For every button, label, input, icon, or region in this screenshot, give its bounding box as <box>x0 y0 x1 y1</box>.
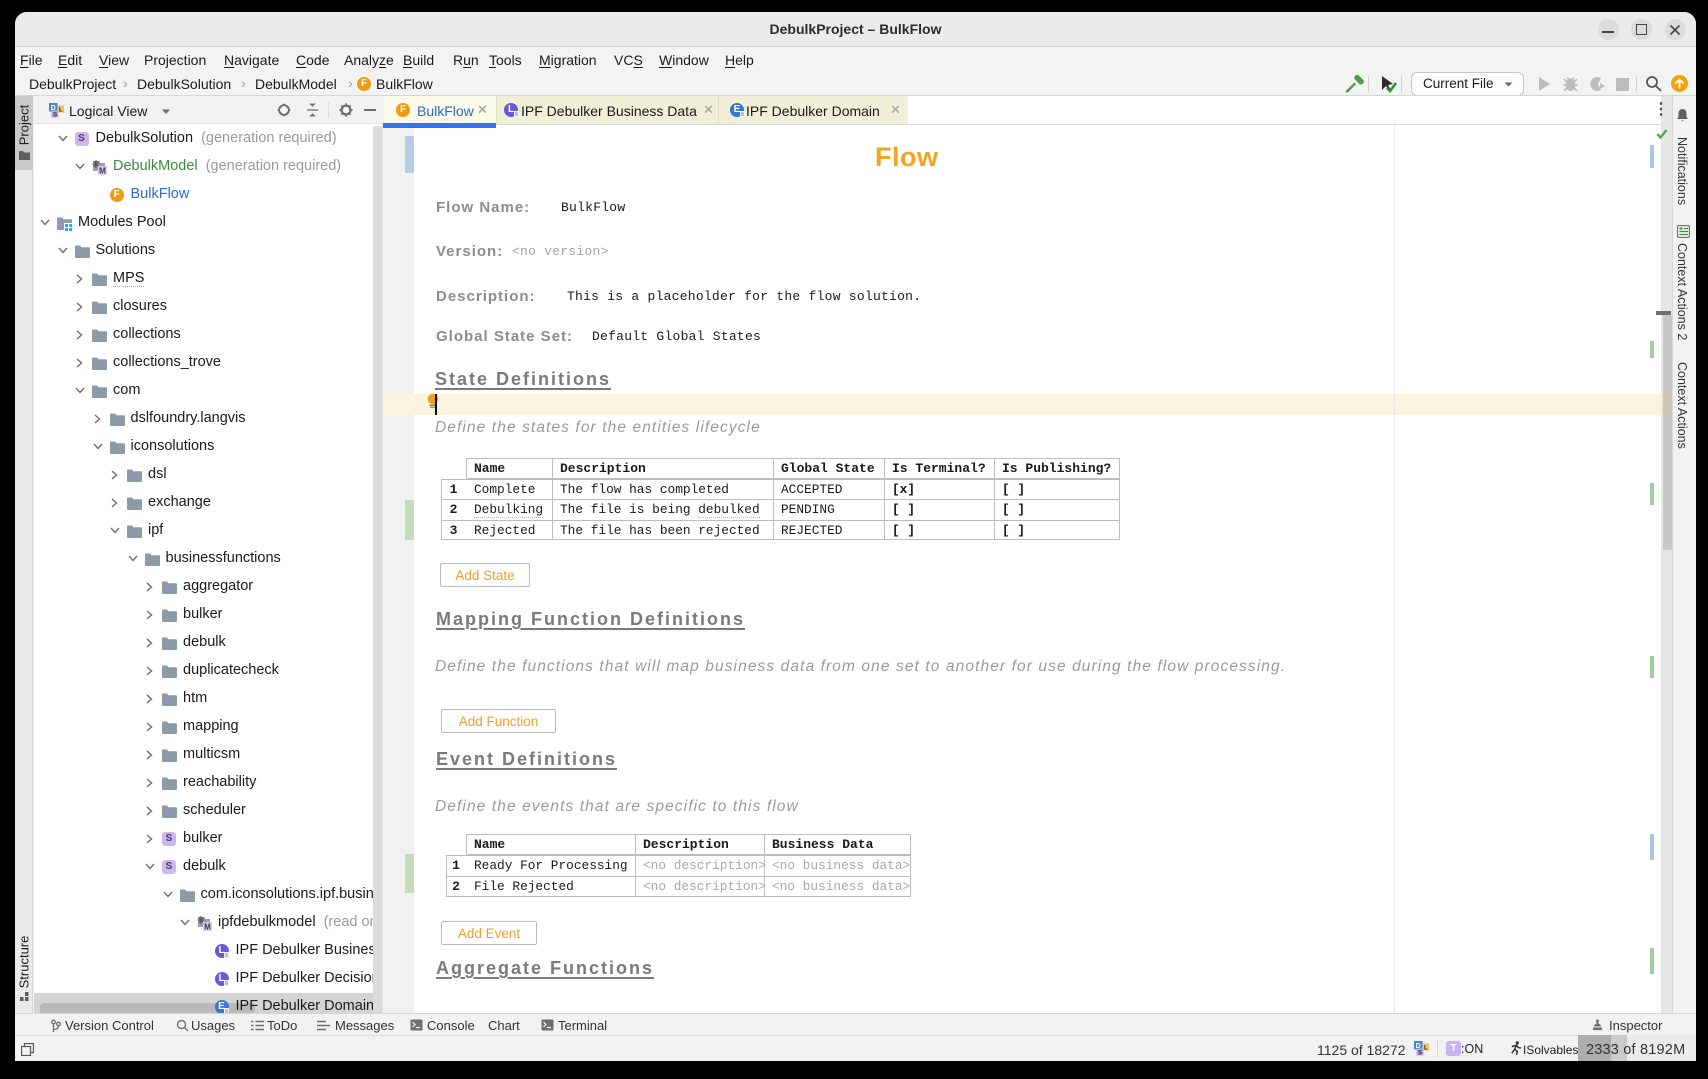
svg-text:S: S <box>1418 1049 1423 1056</box>
svg-text:M: M <box>99 167 106 176</box>
svg-text:L: L <box>1424 1045 1428 1052</box>
svg-text:M: M <box>204 923 211 932</box>
svg-text:L: L <box>59 107 63 114</box>
svg-text:S: S <box>53 111 58 118</box>
